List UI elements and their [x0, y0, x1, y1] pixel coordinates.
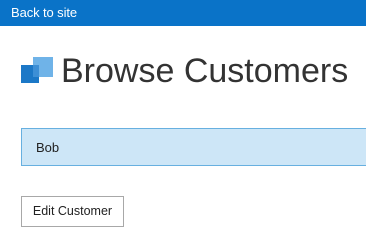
page-title: Browse Customers	[61, 52, 349, 90]
customer-list-item[interactable]: Bob	[21, 128, 366, 166]
page-header: Browse Customers	[21, 50, 366, 94]
back-to-site-link[interactable]: Back to site	[11, 5, 77, 21]
squares-logo-icon	[21, 57, 53, 83]
top-bar: Back to site	[0, 0, 366, 26]
edit-customer-button[interactable]: Edit Customer	[21, 196, 124, 227]
customer-name: Bob	[36, 140, 60, 155]
customer-list: Bob	[21, 128, 366, 166]
